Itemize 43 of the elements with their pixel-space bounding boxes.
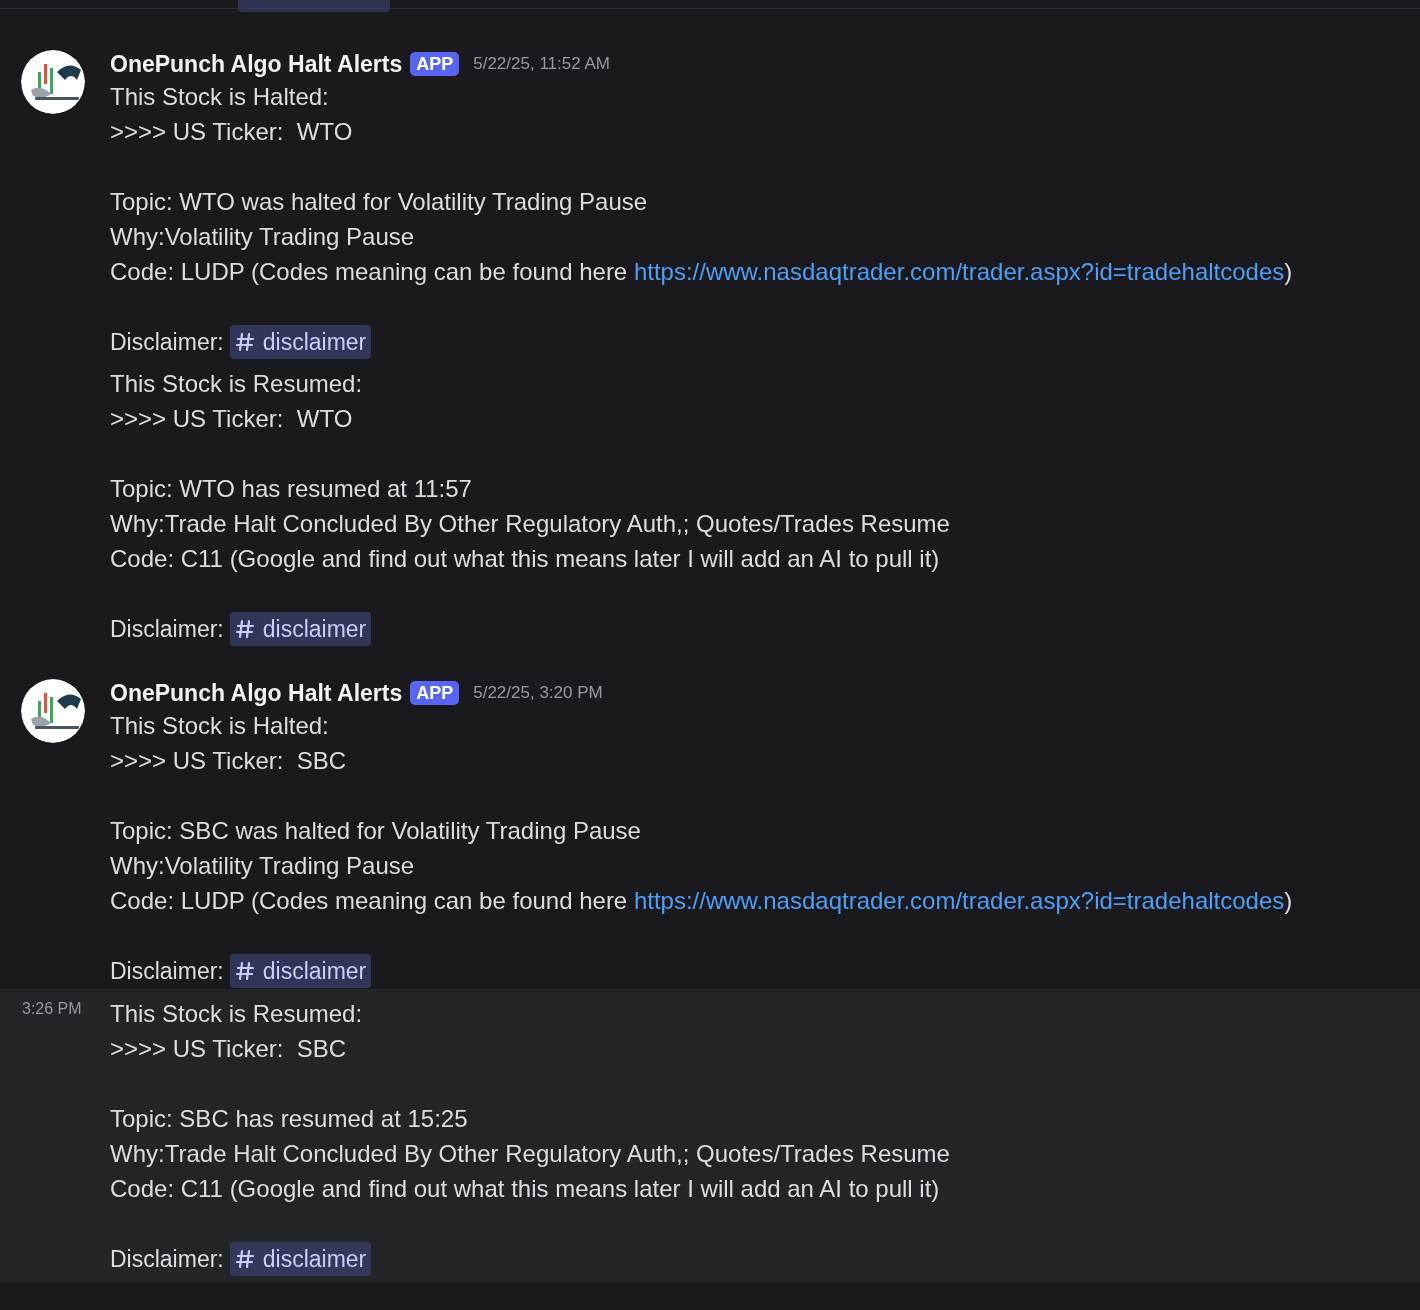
message-line: >>>> US Ticker: WTO — [110, 117, 354, 147]
channel-mention[interactable]: disclaimer — [229, 1242, 372, 1276]
message-timestamp: 5/22/25, 11:52 AM — [473, 53, 610, 76]
message-line: Why:Trade Halt Concluded By Other Regulatory Auth,; Quotes/Trades Resume — [110, 1139, 950, 1169]
message-line: >>>> US Ticker: WTO — [110, 404, 354, 434]
channel-hash-icon — [234, 332, 255, 352]
channel-mention[interactable]: disclaimer — [229, 954, 372, 988]
disclaimer-label: Disclaimer: — [110, 956, 224, 986]
message-line: This Stock is Resumed: — [110, 369, 364, 399]
channel-mention[interactable]: disclaimer — [229, 325, 372, 359]
message-line: This Stock is Halted: — [110, 711, 330, 741]
channel-hash-icon — [234, 619, 255, 639]
message-line: >>>> US Ticker: SBC — [110, 746, 348, 776]
message-time: 3:26 PM — [21, 999, 82, 1019]
message-line: Topic: SBC has resumed at 15:25 — [110, 1104, 469, 1134]
app-badge: APP — [410, 681, 460, 705]
message-line: Code: C11 (Google and find out what this means later I will add an AI to pull it) — [110, 1174, 941, 1204]
message-line: Topic: SBC was halted for Volatility Trading Pause — [110, 816, 642, 846]
message-line: This Stock is Resumed: — [110, 999, 364, 1029]
message-line: Code: LUDP (Codes meaning can be found here https://www.nasdaqtrader.com/trader.aspx?id=tradehaltcodes) — [110, 886, 1293, 916]
bot-avatar[interactable] — [21, 50, 85, 114]
message-line: Topic: WTO has resumed at 11:57 — [110, 474, 473, 504]
message-line: Why:Volatility Trading Pause — [110, 222, 416, 252]
author-name[interactable]: OnePunch Algo Halt Alerts — [110, 46, 403, 82]
author-name[interactable]: OnePunch Algo Halt Alerts — [110, 675, 403, 711]
disclaimer-label: Disclaimer: — [110, 1244, 224, 1274]
message-timestamp: 5/22/25, 3:20 PM — [473, 682, 603, 705]
channel-mention[interactable]: disclaimer — [229, 612, 372, 646]
channel-hash-icon — [234, 961, 255, 981]
message-link[interactable]: https://www.nasdaqtrader.com/trader.aspx?id=tradehaltcodes — [633, 258, 1285, 285]
message-line: >>>> US Ticker: SBC — [110, 1034, 348, 1064]
disclaimer-label: Disclaimer: — [110, 327, 224, 357]
app-badge: APP — [410, 52, 460, 76]
message-link[interactable]: https://www.nasdaqtrader.com/trader.aspx?id=tradehaltcodes — [633, 887, 1285, 914]
channel-hash-icon — [234, 1249, 255, 1269]
disclaimer-label: Disclaimer: — [110, 614, 224, 644]
bot-avatar[interactable] — [21, 679, 85, 743]
message-line: Code: C11 (Google and find out what this means later I will add an AI to pull it) — [110, 544, 941, 574]
message-line: Why:Trade Halt Concluded By Other Regulatory Auth,; Quotes/Trades Resume — [110, 509, 950, 539]
message-line: This Stock is Halted: — [110, 82, 330, 112]
message-line: Topic: WTO was halted for Volatility Trading Pause — [110, 187, 649, 217]
message-line: Why:Volatility Trading Pause — [110, 851, 416, 881]
message-line: Code: LUDP (Codes meaning can be found here https://www.nasdaqtrader.com/trader.aspx?id=tradehaltcodes) — [110, 257, 1293, 287]
